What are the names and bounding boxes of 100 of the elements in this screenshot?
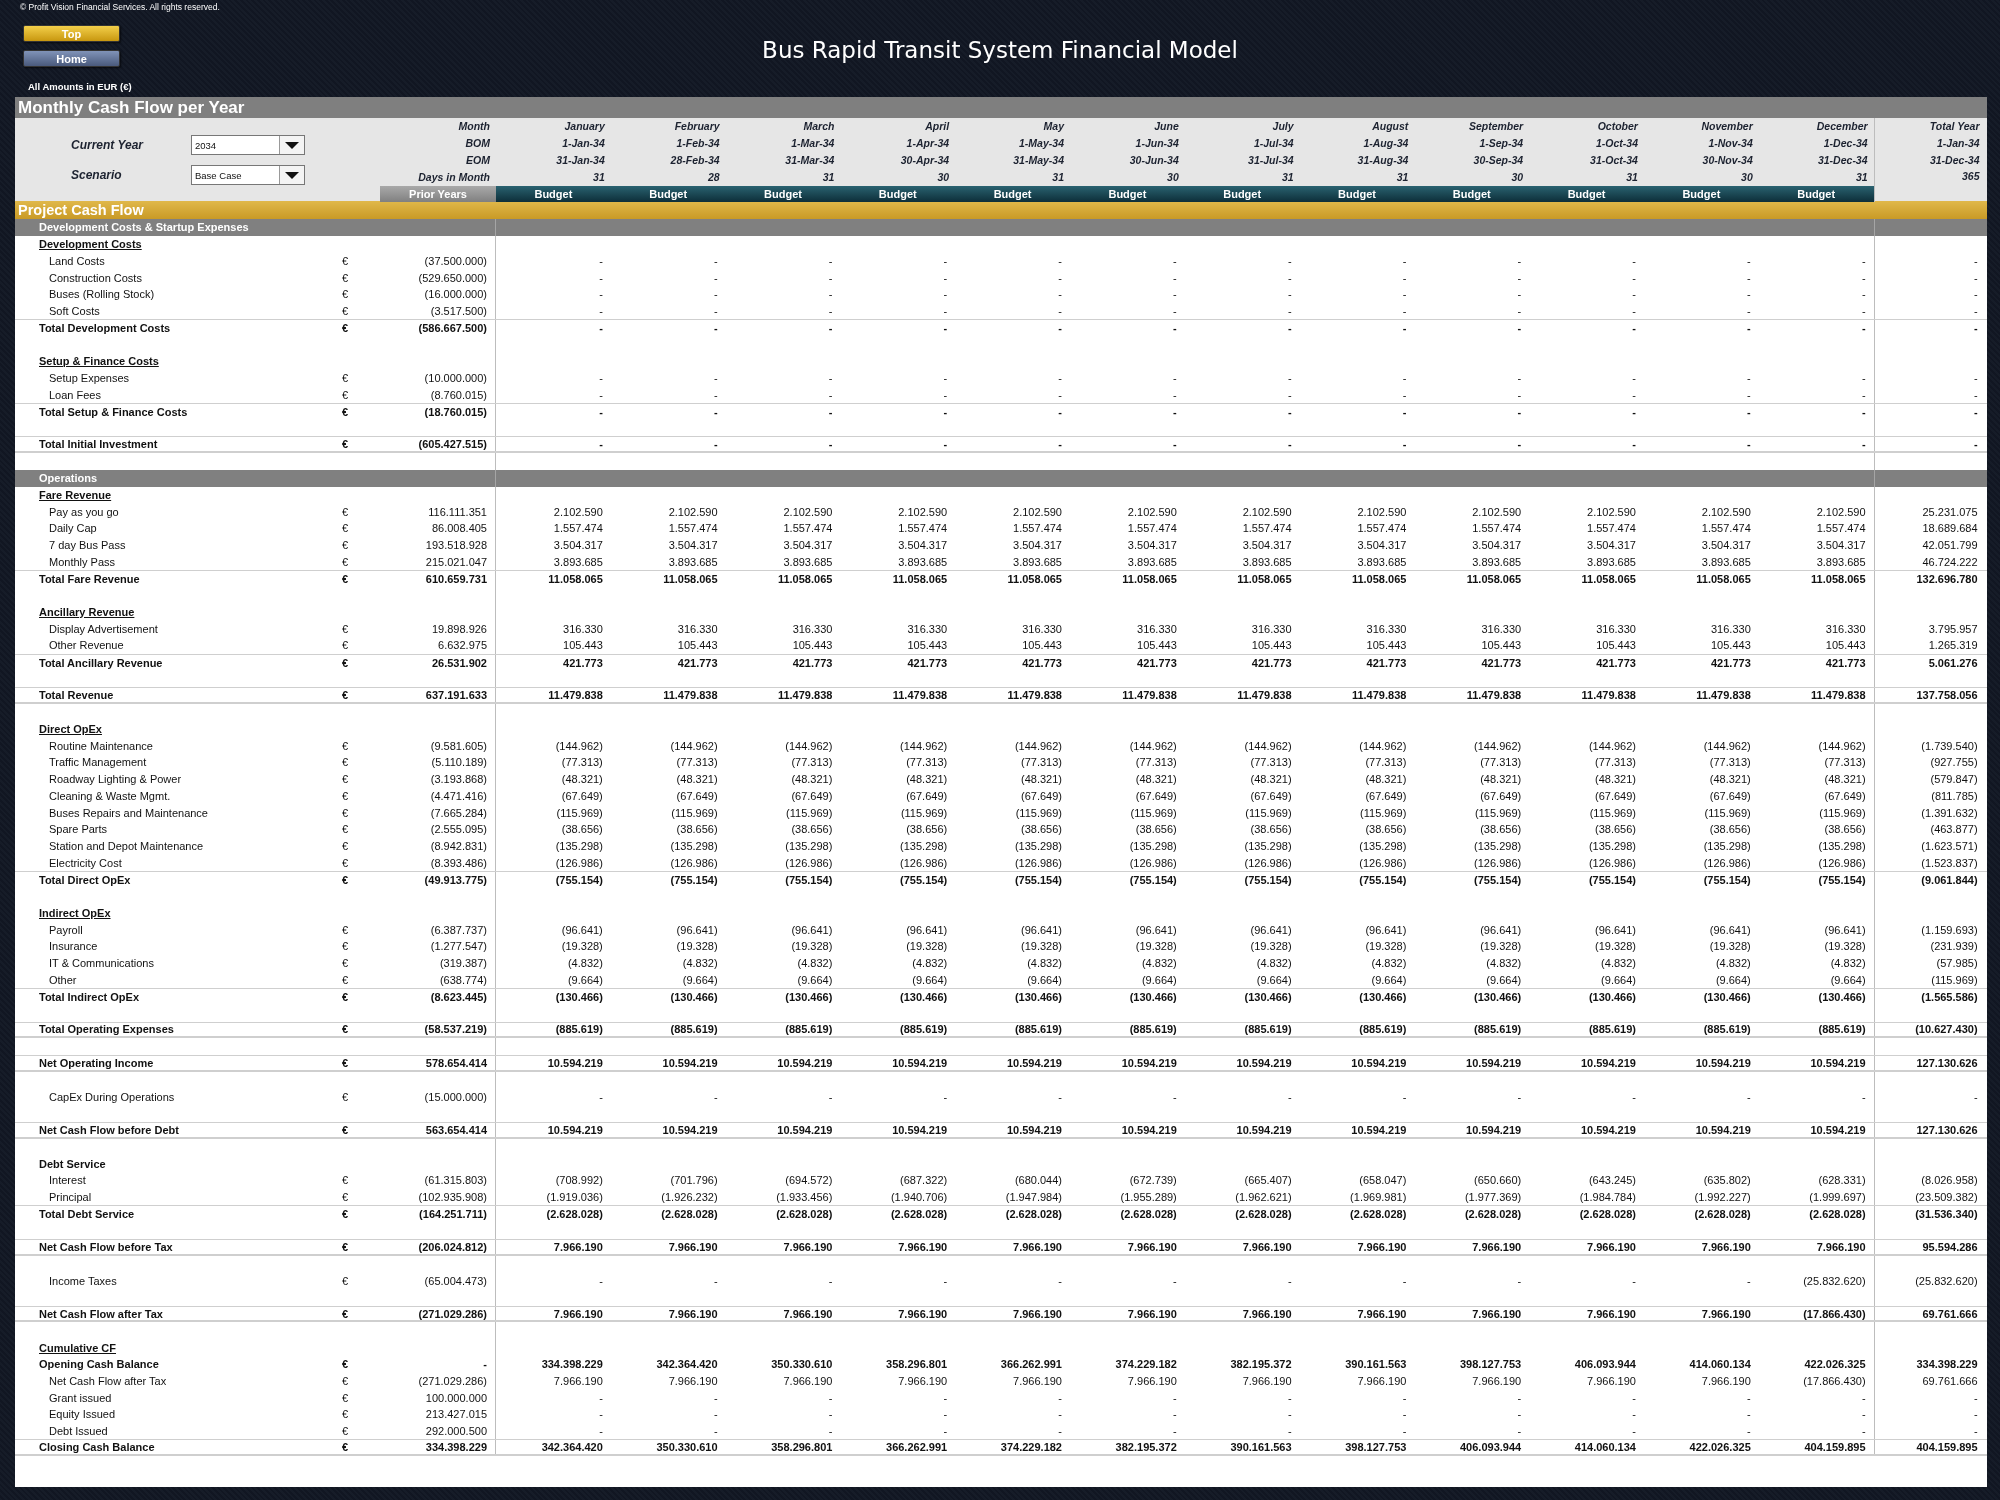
table-cell: - <box>1861 304 1866 317</box>
table-cell: 7.966.190 <box>1242 1240 1292 1253</box>
dropdown[interactable]: Base Case <box>191 165 305 185</box>
header-cell-text: 30-Nov-34 <box>1701 153 1754 166</box>
table-cell: (130.466) <box>1818 990 1866 1003</box>
table-cell: 390.161.563 <box>1345 1358 1407 1371</box>
table-cell: (48.321) <box>1480 773 1522 786</box>
table-cell: (885.619) <box>1818 1023 1866 1036</box>
table-cell: 10.594.219 <box>1466 1123 1522 1136</box>
header-cell-text: August <box>1371 120 1410 133</box>
currency-symbol: € <box>341 1123 349 1136</box>
table-cell: (19.328) <box>561 940 603 953</box>
table-cell: - <box>713 1391 718 1404</box>
table-cell: (628.331) <box>1818 1174 1866 1187</box>
currency-symbol: € <box>341 1408 349 1421</box>
table-cell: - <box>1747 254 1751 267</box>
table-cell: - <box>943 1425 948 1438</box>
nav-button[interactable]: Home <box>23 50 120 67</box>
currency-symbol: € <box>341 572 349 585</box>
header-cell-text: 30 <box>1166 170 1180 183</box>
table-cell: - <box>1747 1425 1751 1438</box>
table-cell: (687.322) <box>900 1174 948 1187</box>
header-cell-text: 30 <box>1740 170 1754 183</box>
row-label: Net Cash Flow before Tax <box>39 1240 173 1253</box>
table-cell: (48.321) <box>561 773 603 786</box>
table-cell: - <box>828 438 833 451</box>
table-cell: 316.330 <box>1711 622 1751 635</box>
table-cell: (4.832) <box>1601 957 1636 969</box>
table-cell: (115.969) <box>786 806 833 819</box>
header-cell-text: 30 <box>936 170 951 183</box>
table-cell: (115.969) <box>1931 973 1978 986</box>
table-cell: (2.628.028) <box>1120 1208 1177 1221</box>
row-label: Display Advertisement <box>49 622 158 635</box>
table-cell: (885.619) <box>785 1023 833 1036</box>
table-cell: (665.407) <box>1244 1174 1292 1187</box>
row-label: Setup Expenses <box>49 371 130 384</box>
table-cell: 10.594.219 <box>662 1123 718 1136</box>
table-cell: (19.328) <box>1135 940 1177 953</box>
table-cell: 7.966.190 <box>1357 1240 1407 1253</box>
currency-symbol: € <box>341 1425 349 1438</box>
table-cell: - <box>1287 438 1292 451</box>
table-cell: (19.328) <box>791 940 833 953</box>
table-cell: - <box>1173 1408 1177 1421</box>
table-cell: (144.962) <box>555 739 603 752</box>
currency-symbol: € <box>341 1441 349 1454</box>
table-cell: 3.893.685 <box>1013 555 1062 568</box>
table-cell: (811.785) <box>1931 789 1978 802</box>
table-cell: 292.000.500 <box>425 1425 487 1438</box>
table-cell: - <box>1058 254 1062 267</box>
table-cell: - <box>1173 1391 1177 1404</box>
table-cell: (115.969) <box>1819 806 1866 819</box>
dropdown[interactable]: 2034 <box>191 135 305 155</box>
table-cell: - <box>1861 254 1866 267</box>
table-cell: (130.466) <box>785 990 833 1003</box>
table-cell: - <box>943 1391 948 1404</box>
table-cell: - <box>599 1274 603 1287</box>
table-cell: (17.866.430) <box>1803 1307 1866 1320</box>
table-cell: 7.966.190 <box>1587 1307 1636 1320</box>
table-cell: 7.966.190 <box>1013 1374 1062 1387</box>
header-cell-text: 31 <box>592 170 606 183</box>
table-cell: 105.443 <box>563 639 603 652</box>
table-cell: (67.649) <box>676 789 718 802</box>
table-cell: (579.847) <box>1930 773 1978 786</box>
currency-symbol: € <box>341 689 349 701</box>
row-label: Opening Cash Balance <box>39 1358 159 1371</box>
table-cell: - <box>1632 438 1636 451</box>
table-cell: - <box>828 254 833 267</box>
table-cell: - <box>1517 405 1522 418</box>
table-cell: (755.154) <box>555 873 603 886</box>
table-cell: (126.986) <box>1703 856 1751 869</box>
table-cell: (19.328) <box>1365 940 1407 953</box>
table-cell: (3.517.500) <box>430 304 487 317</box>
table-cell: 2.102.590 <box>898 505 948 518</box>
table-cell: 19.898.926 <box>431 622 487 635</box>
table-cell: - <box>1861 405 1866 418</box>
row-label: Cleaning & Waste Mgmt. <box>49 789 171 802</box>
table-cell: (61.315.803) <box>424 1174 487 1187</box>
table-cell: (135.298) <box>1588 839 1636 852</box>
table-cell: (135.298) <box>1703 839 1751 852</box>
table-cell: - <box>1058 304 1062 317</box>
header-cell-text: June <box>1153 120 1180 133</box>
table-cell: 3.893.685 <box>553 555 603 568</box>
table-cell: - <box>713 1408 718 1421</box>
table-cell: (48.321) <box>906 773 948 786</box>
table-cell: - <box>1861 438 1866 451</box>
table-cell: - <box>1402 371 1407 384</box>
table-cell: (96.641) <box>1480 923 1522 936</box>
table-cell: (96.641) <box>1365 923 1407 936</box>
table-cell: (126.986) <box>1244 856 1292 869</box>
table-cell: 3.504.317 <box>1587 539 1636 551</box>
table-cell: 358.296.801 <box>886 1358 948 1371</box>
table-cell: (144.962) <box>1588 739 1636 752</box>
table-cell: 11.058.065 <box>1237 572 1292 585</box>
table-cell: - <box>943 371 948 384</box>
period-cell: Budget <box>610 185 726 202</box>
table-cell: 11.058.065 <box>1696 572 1751 585</box>
currency-symbol: € <box>341 438 349 451</box>
table-cell: 421.773 <box>907 656 948 669</box>
table-cell: (8.623.445) <box>430 990 487 1003</box>
row-label: Land Costs <box>49 254 105 267</box>
